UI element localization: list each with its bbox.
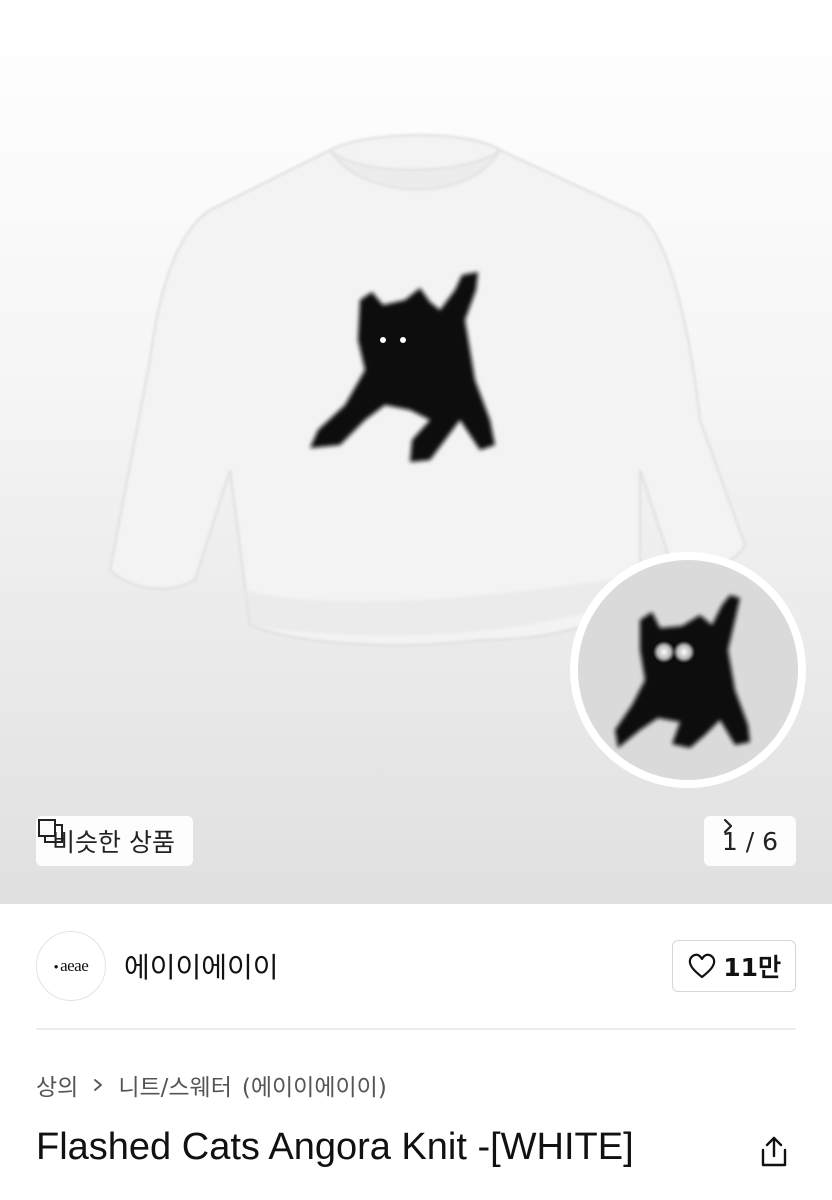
shop-name[interactable]: 에이이에이이: [124, 946, 279, 986]
shop-info: ● aeae 에이이에이이 11만: [36, 930, 796, 1002]
shop-logo-text: aeae: [60, 956, 89, 975]
product-image-carousel[interactable]: 비슷한 상품 1 / 6: [0, 0, 832, 904]
like-button[interactable]: 11만: [672, 940, 796, 992]
sweater-photo: [108, 134, 806, 788]
similar-products-label: 비슷한 상품: [52, 828, 175, 857]
like-count: 11만: [723, 953, 781, 982]
image-page-indicator[interactable]: 1 / 6: [703, 816, 796, 866]
share-icon[interactable]: [756, 1134, 792, 1170]
similar-products-button[interactable]: 비슷한 상품: [36, 816, 193, 866]
breadcrumb-category[interactable]: 상의: [36, 1068, 78, 1102]
heart-outline-icon: [688, 953, 716, 979]
divider: [36, 1028, 796, 1030]
breadcrumb-brand[interactable]: (에이이에이이): [242, 1068, 387, 1102]
breadcrumb: 상의 니트/스웨터 (에이이에이이): [36, 1068, 387, 1102]
overlap-squares-icon: [38, 819, 63, 843]
breadcrumb-subcategory[interactable]: 니트/스웨터: [118, 1068, 232, 1102]
chevron-right-icon: [94, 1079, 103, 1091]
shop-avatar[interactable]: ● aeae: [36, 931, 106, 1001]
chevron-right-icon: [723, 818, 732, 834]
product-title: Flashed Cats Angora Knit -[WHITE]: [36, 1126, 634, 1168]
